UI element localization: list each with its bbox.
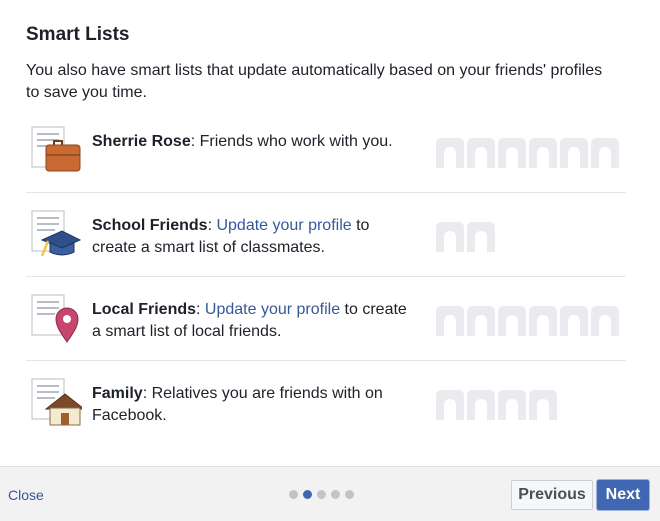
page-dot[interactable]: [331, 490, 340, 499]
row-description: School Friends: Update your profile to c…: [92, 215, 412, 259]
member-placeholder-group: [436, 138, 619, 168]
member-placeholder-icon: [467, 222, 495, 252]
row-description: Family: Relatives you are friends with o…: [92, 383, 412, 427]
map-pin-icon: [30, 292, 82, 344]
row-separator: :: [142, 385, 152, 402]
member-placeholder-icon: [436, 222, 464, 252]
previous-button[interactable]: Previous: [511, 480, 593, 510]
dialog-intro: You also have smart lists that update au…: [26, 62, 603, 101]
row-title: Local Friends: [92, 301, 197, 318]
page-indicator: [289, 490, 354, 499]
update-profile-link[interactable]: Update your profile: [205, 301, 340, 318]
member-placeholder-icon: [529, 306, 557, 336]
graduation-cap-icon: [30, 208, 82, 260]
row-title: Sherrie Rose: [92, 133, 191, 150]
member-placeholder-icon: [436, 138, 464, 168]
smart-list-row-school: School Friends: Update your profile to c…: [26, 192, 626, 277]
member-placeholder-icon: [591, 306, 619, 336]
smart-lists-dialog: Smart Lists You also have smart lists th…: [0, 0, 660, 521]
update-profile-link[interactable]: Update your profile: [216, 217, 351, 234]
row-title: Family: [92, 385, 143, 402]
member-placeholder-icon: [529, 390, 557, 420]
row-text: Friends who work with you.: [199, 133, 393, 150]
house-icon: [30, 376, 86, 428]
member-placeholder-icon: [591, 138, 619, 168]
close-link[interactable]: Close: [8, 487, 44, 503]
page-dot[interactable]: [317, 490, 326, 499]
smart-list-row-family: Family: Relatives you are friends with o…: [26, 360, 626, 444]
member-placeholder-icon: [529, 138, 557, 168]
row-title: School Friends: [92, 217, 208, 234]
row-description: Local Friends: Update your profile to cr…: [92, 299, 412, 343]
member-placeholder-icon: [467, 390, 495, 420]
member-placeholder-icon: [560, 306, 588, 336]
member-placeholder-icon: [498, 390, 526, 420]
smart-list-row-work: Sherrie Rose: Friends who work with you.: [26, 108, 626, 193]
next-button[interactable]: Next: [597, 480, 649, 510]
dialog-title: Smart Lists: [26, 24, 130, 45]
member-placeholder-icon: [498, 306, 526, 336]
row-separator: :: [196, 301, 205, 318]
member-placeholder-group: [436, 306, 619, 336]
member-placeholder-icon: [560, 138, 588, 168]
row-separator: :: [190, 133, 200, 150]
page-dot[interactable]: [303, 490, 312, 499]
member-placeholder-group: [436, 222, 495, 252]
smart-list-row-local: Local Friends: Update your profile to cr…: [26, 276, 626, 361]
member-placeholder-icon: [436, 306, 464, 336]
page-dot[interactable]: [289, 490, 298, 499]
page-dot[interactable]: [345, 490, 354, 499]
member-placeholder-icon: [467, 306, 495, 336]
row-description: Sherrie Rose: Friends who work with you.: [92, 131, 412, 153]
briefcase-icon: [30, 124, 82, 176]
member-placeholder-icon: [498, 138, 526, 168]
dialog-footer: Close Previous Next: [0, 466, 660, 521]
member-placeholder-icon: [467, 138, 495, 168]
member-placeholder-group: [436, 390, 557, 420]
member-placeholder-icon: [436, 390, 464, 420]
